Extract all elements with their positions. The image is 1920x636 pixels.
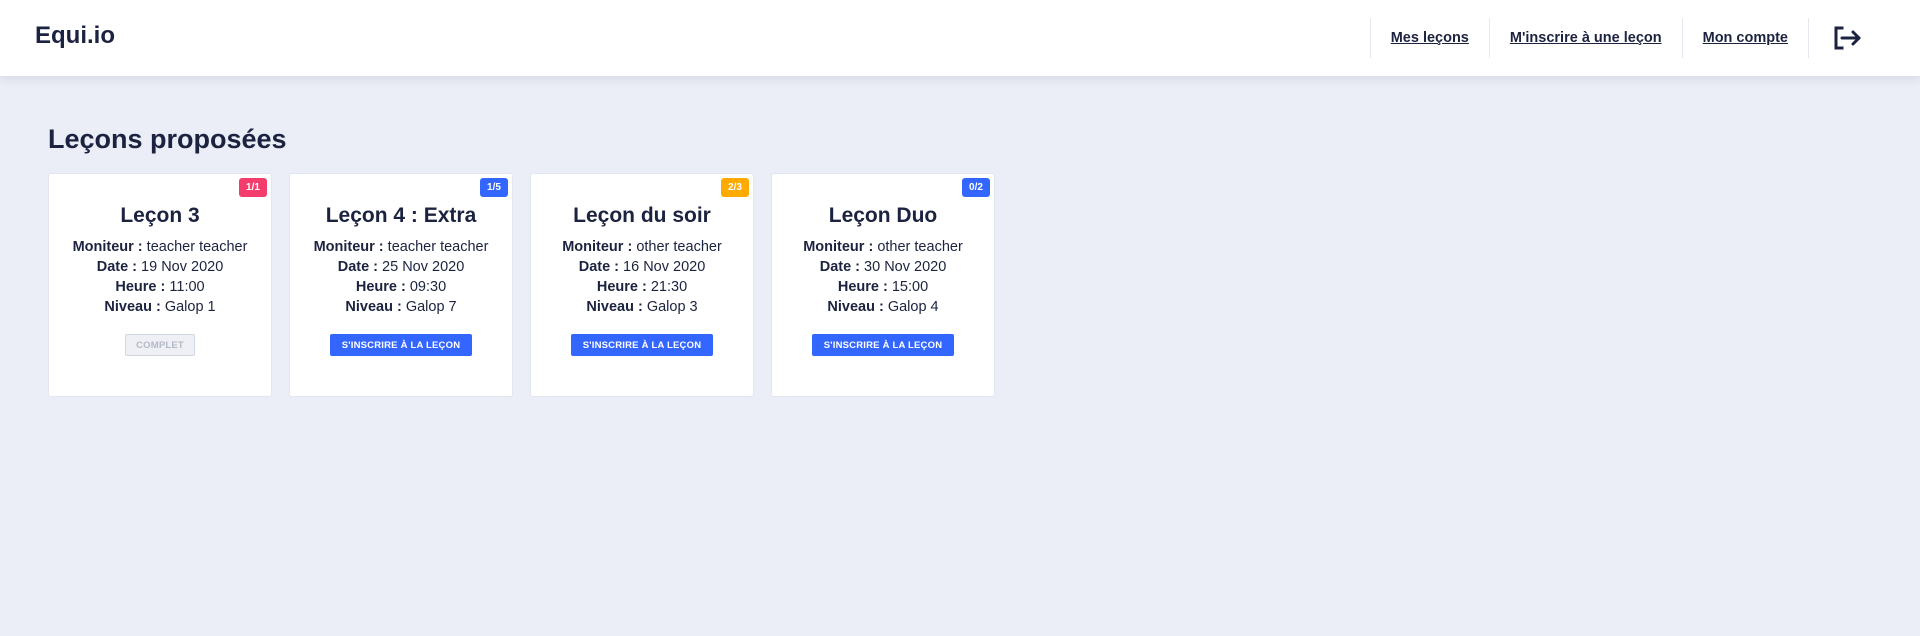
- heure-label: Heure :: [837, 279, 888, 295]
- moniteur-value: teacher teacher: [146, 239, 248, 255]
- heure-row: Heure : 11:00: [49, 277, 271, 297]
- moniteur-row: Moniteur : teacher teacher: [49, 237, 271, 257]
- date-value: 19 Nov 2020: [141, 259, 224, 275]
- heure-label: Heure :: [355, 279, 406, 295]
- inscrire-button[interactable]: S'INSCRIRE À LA LEÇON: [811, 334, 955, 356]
- nav-mon-compte[interactable]: Mon compte: [1681, 18, 1808, 58]
- inscrire-button[interactable]: S'INSCRIRE À LA LEÇON: [570, 334, 714, 356]
- date-label: Date :: [578, 259, 620, 275]
- niveau-value: Galop 4: [887, 299, 939, 315]
- lesson-info: Moniteur : teacher teacher Date : 19 Nov…: [49, 237, 271, 317]
- brand-logo[interactable]: Equi.io: [35, 22, 115, 50]
- moniteur-label: Moniteur :: [562, 239, 633, 255]
- complet-button[interactable]: COMPLET: [125, 334, 195, 356]
- heure-value: 15:00: [891, 279, 929, 295]
- niveau-row: Niveau : Galop 7: [290, 297, 512, 317]
- moniteur-label: Moniteur :: [803, 239, 874, 255]
- nav-mes-lecons[interactable]: Mes leçons: [1369, 18, 1489, 58]
- heure-value: 09:30: [409, 279, 447, 295]
- lesson-card: 1/1 Leçon 3 Moniteur : teacher teacher D…: [48, 173, 272, 397]
- niveau-label: Niveau :: [586, 299, 643, 315]
- lesson-info: Moniteur : other teacher Date : 30 Nov 2…: [772, 237, 994, 317]
- moniteur-row: Moniteur : other teacher: [531, 237, 753, 257]
- capacity-badge: 1/1: [239, 178, 267, 197]
- lesson-title: Leçon 3: [120, 204, 200, 227]
- niveau-row: Niveau : Galop 3: [531, 297, 753, 317]
- heure-label: Heure :: [596, 279, 647, 295]
- lesson-title: Leçon Duo: [828, 204, 938, 227]
- date-row: Date : 19 Nov 2020: [49, 257, 271, 277]
- moniteur-label: Moniteur :: [72, 239, 143, 255]
- heure-row: Heure : 21:30: [531, 277, 753, 297]
- heure-row: Heure : 15:00: [772, 277, 994, 297]
- niveau-row: Niveau : Galop 4: [772, 297, 994, 317]
- date-label: Date :: [337, 259, 379, 275]
- niveau-label: Niveau :: [345, 299, 402, 315]
- lesson-card: 2/3 Leçon du soir Moniteur : other teach…: [530, 173, 754, 397]
- lesson-cards: 1/1 Leçon 3 Moniteur : teacher teacher D…: [48, 173, 995, 397]
- niveau-label: Niveau :: [104, 299, 161, 315]
- date-value: 25 Nov 2020: [382, 259, 465, 275]
- capacity-badge: 2/3: [721, 178, 749, 197]
- lesson-card: 1/5 Leçon 4 : Extra Moniteur : teacher t…: [289, 173, 513, 397]
- date-row: Date : 30 Nov 2020: [772, 257, 994, 277]
- moniteur-row: Moniteur : teacher teacher: [290, 237, 512, 257]
- lesson-info: Moniteur : teacher teacher Date : 25 Nov…: [290, 237, 512, 317]
- date-row: Date : 25 Nov 2020: [290, 257, 512, 277]
- date-label: Date :: [819, 259, 861, 275]
- heure-row: Heure : 09:30: [290, 277, 512, 297]
- date-row: Date : 16 Nov 2020: [531, 257, 753, 277]
- niveau-value: Galop 3: [646, 299, 698, 315]
- capacity-badge: 0/2: [962, 178, 990, 197]
- moniteur-value: other teacher: [877, 239, 963, 255]
- heure-label: Heure :: [115, 279, 166, 295]
- nav-inscrire-lecon[interactable]: M'inscrire à une leçon: [1488, 18, 1682, 58]
- date-value: 30 Nov 2020: [864, 259, 947, 275]
- niveau-row: Niveau : Galop 1: [49, 297, 271, 317]
- date-value: 16 Nov 2020: [623, 259, 706, 275]
- niveau-value: Galop 7: [405, 299, 457, 315]
- moniteur-value: teacher teacher: [387, 239, 489, 255]
- niveau-label: Niveau :: [827, 299, 884, 315]
- main-nav: Mes leçons M'inscrire à une leçon Mon co…: [1369, 18, 1920, 58]
- capacity-badge: 1/5: [480, 178, 508, 197]
- lesson-card: 0/2 Leçon Duo Moniteur : other teacher D…: [771, 173, 995, 397]
- lesson-title: Leçon 4 : Extra: [325, 204, 477, 227]
- inscrire-button[interactable]: S'INSCRIRE À LA LEÇON: [329, 334, 473, 356]
- heure-value: 11:00: [169, 279, 205, 295]
- lesson-title: Leçon du soir: [573, 204, 711, 227]
- date-label: Date :: [96, 259, 138, 275]
- moniteur-value: other teacher: [636, 239, 722, 255]
- logout-icon: [1833, 25, 1863, 51]
- niveau-value: Galop 1: [164, 299, 216, 315]
- logout-button[interactable]: [1808, 18, 1920, 58]
- moniteur-label: Moniteur :: [313, 239, 384, 255]
- top-navbar: Equi.io Mes leçons M'inscrire à une leço…: [0, 0, 1920, 76]
- page-title: Leçons proposées: [48, 124, 287, 154]
- moniteur-row: Moniteur : other teacher: [772, 237, 994, 257]
- lesson-info: Moniteur : other teacher Date : 16 Nov 2…: [531, 237, 753, 317]
- heure-value: 21:30: [650, 279, 688, 295]
